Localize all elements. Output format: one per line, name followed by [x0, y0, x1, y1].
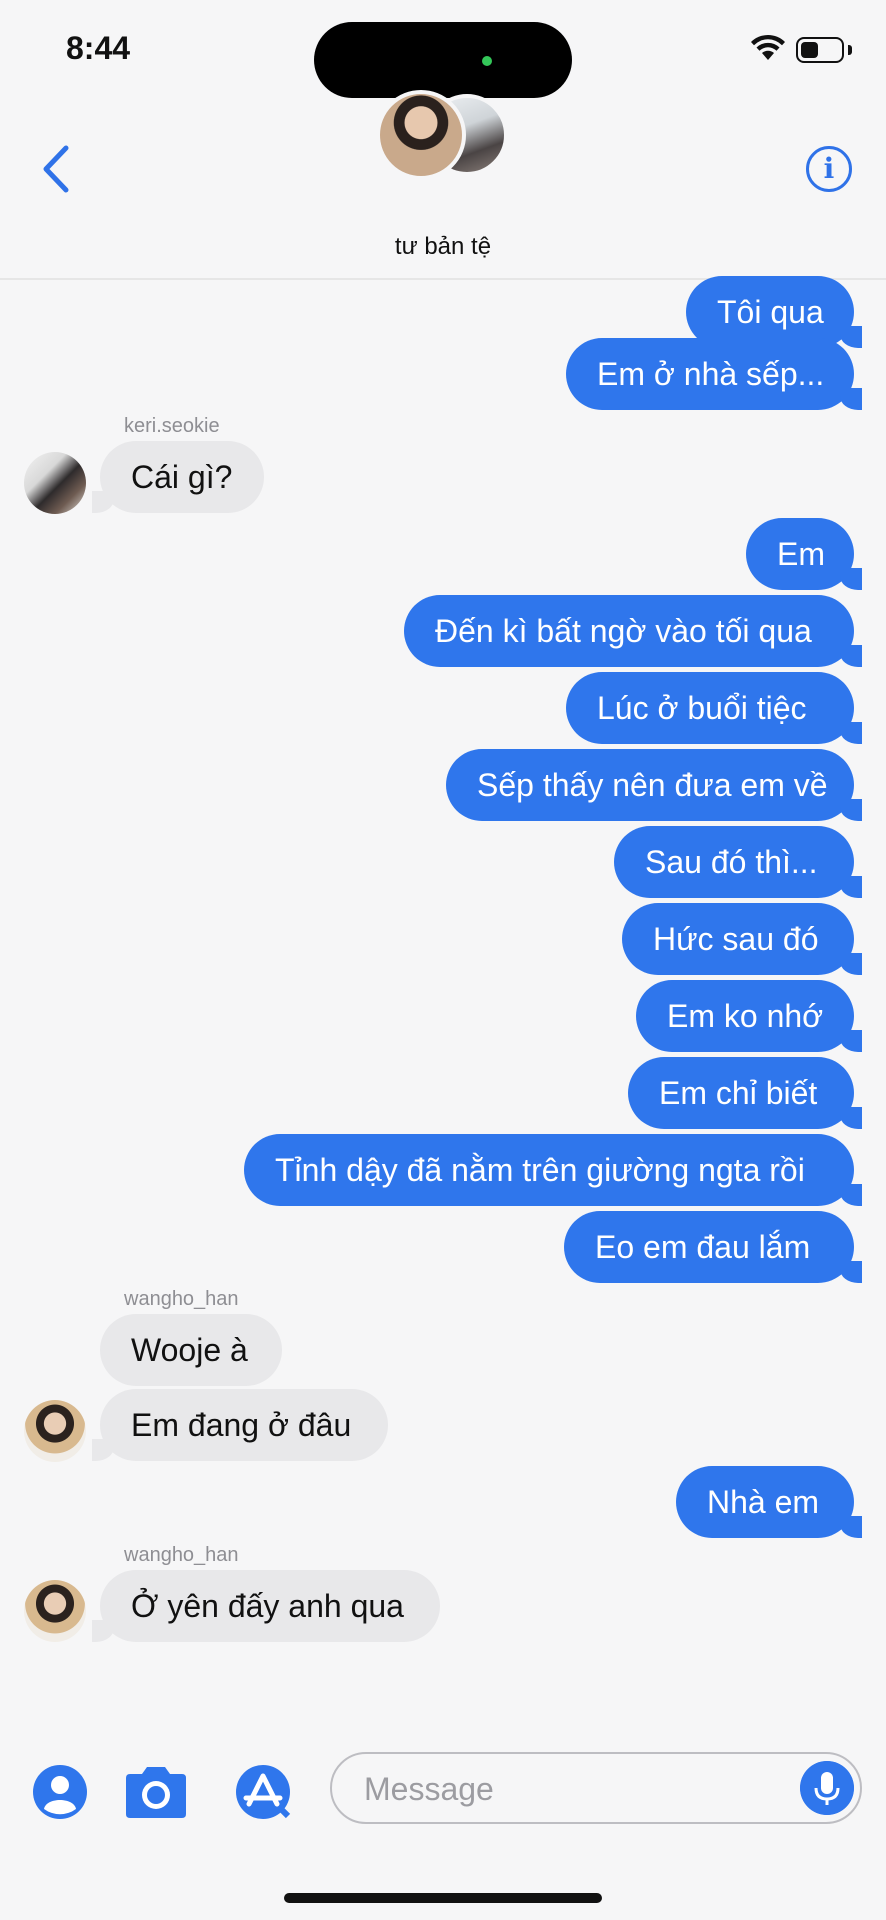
info-icon[interactable]: i [806, 146, 852, 192]
message-bubble-outgoing[interactable]: Nhà em [676, 1466, 862, 1538]
message-bubble-outgoing[interactable]: Sau đó thì... [614, 826, 862, 898]
message-bubble-outgoing[interactable]: Em ko nhớ [636, 980, 862, 1052]
message-bubble-outgoing[interactable]: Lúc ở buổi tiệc [566, 672, 862, 744]
sender-name: wangho_han [124, 1288, 239, 1310]
message-bubble-outgoing[interactable]: Eo em đau lắm [564, 1211, 862, 1283]
contact-icon[interactable] [32, 1764, 88, 1820]
home-indicator[interactable] [284, 1893, 602, 1903]
message-bubble-outgoing[interactable]: Hức sau đó [622, 903, 862, 975]
camera-icon[interactable] [122, 1764, 190, 1820]
avatar[interactable] [24, 1400, 86, 1462]
back-chevron-icon[interactable] [36, 142, 76, 196]
message-bubble-incoming[interactable]: Ở yên đấy anh qua [92, 1570, 440, 1642]
message-bubble-outgoing[interactable]: Đến kì bất ngờ vào tối qua [404, 595, 862, 667]
message-bubble-outgoing[interactable]: Em ở nhà sếp... [566, 338, 862, 410]
avatar[interactable] [24, 1580, 86, 1642]
avatar[interactable] [24, 452, 86, 514]
message-input-field[interactable] [330, 1752, 862, 1824]
message-bubble-incoming[interactable]: Cái gì? [92, 441, 264, 513]
message-bubble-incoming[interactable]: Wooje à [100, 1314, 282, 1386]
group-avatar-primary[interactable] [376, 90, 466, 180]
app-store-icon[interactable] [228, 1764, 302, 1820]
sender-name: keri.seokie [124, 415, 220, 437]
microphone-icon[interactable] [800, 1761, 854, 1815]
sender-name: wangho_han [124, 1544, 239, 1566]
message-bubble-incoming[interactable]: Em đang ở đâu [92, 1389, 388, 1461]
message-bubble-outgoing[interactable]: Em chỉ biết [628, 1057, 862, 1129]
group-name[interactable]: tư bản tệ [0, 233, 886, 261]
message-input[interactable] [362, 1754, 786, 1824]
message-bubble-outgoing[interactable]: Em [746, 518, 862, 590]
message-bubble-outgoing[interactable]: Sếp thấy nên đưa em về [446, 749, 862, 821]
message-bubble-outgoing[interactable]: Tỉnh dậy đã nằm trên giường ngta rồi [244, 1134, 862, 1206]
